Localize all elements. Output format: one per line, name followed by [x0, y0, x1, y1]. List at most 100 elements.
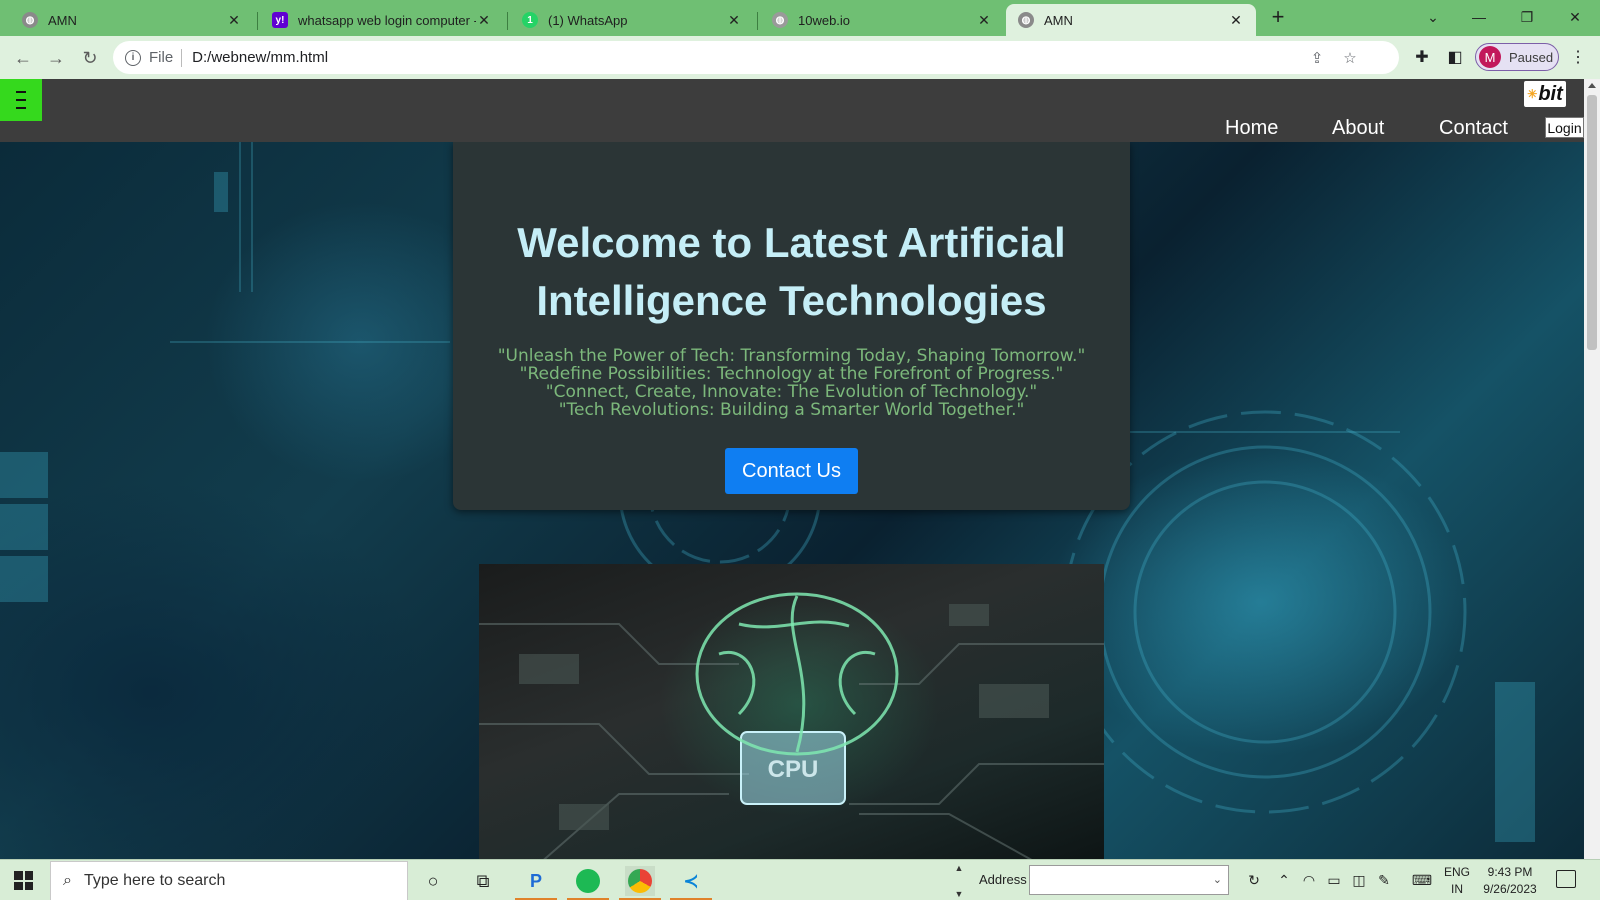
divider [181, 48, 183, 67]
page-scrollbar[interactable] [1584, 79, 1600, 859]
toolbar-scroll-arrows[interactable]: ▲ ▼ [952, 863, 966, 899]
brain-chip-illustration: CPU [479, 592, 1104, 859]
clock-date: 9/26/2023 [1483, 882, 1537, 896]
restore-icon[interactable]: ❐ [1504, 0, 1550, 34]
nav-link-about[interactable]: About [1332, 117, 1384, 140]
scrollbar-thumb[interactable] [1587, 95, 1597, 350]
scheme-label: File [149, 49, 174, 66]
taskbar-search-box[interactable]: ⌕ Type here to search [50, 861, 408, 900]
forward-icon[interactable]: → [44, 46, 68, 70]
system-clock[interactable]: 9:43 PM 9/26/2023 [1480, 864, 1540, 898]
chrome-icon[interactable] [619, 866, 661, 900]
url-text[interactable]: D:/webnew/mm.html [192, 49, 328, 66]
bookmark-star-icon[interactable]: ☆ [1342, 50, 1358, 67]
pen-icon[interactable]: ✎ [1374, 870, 1394, 890]
side-panel-icon[interactable]: ◧ [1445, 47, 1465, 67]
chevron-up-icon[interactable]: ▲ [955, 863, 964, 873]
quote-line: "Unleash the Power of Tech: Transforming… [497, 346, 1086, 366]
yahoo-icon: y! [272, 12, 288, 28]
show-hidden-icons-chevron-icon[interactable]: ⌃ [1274, 870, 1294, 890]
site-logo[interactable]: ✳ bit [1524, 81, 1566, 107]
site-navbar: ✳ bit Home About Contact Login [0, 79, 1584, 142]
spark-icon: ✳ [1527, 87, 1538, 101]
avatar: M [1479, 46, 1501, 68]
windows-start-icon[interactable] [14, 871, 33, 890]
globe-icon: ◍ [22, 12, 38, 28]
browser-tab[interactable]: y! whatsapp web login computer - ✕ [260, 4, 504, 36]
dropdown-arrow-icon[interactable]: ⌄ [1213, 873, 1222, 886]
contact-us-button[interactable]: Contact Us [725, 448, 858, 494]
close-tab-icon[interactable]: ✕ [1228, 12, 1244, 29]
wifi-icon[interactable]: ◠ [1299, 870, 1319, 890]
nav-link-contact[interactable]: Contact [1439, 117, 1508, 140]
tab-separator [507, 12, 508, 30]
hamburger-menu-icon[interactable] [0, 79, 42, 121]
battery-icon[interactable]: ▭ [1324, 870, 1344, 890]
touch-keyboard-icon[interactable]: ⌨ [1412, 870, 1432, 890]
ai-brain-chip-image: CPU [479, 564, 1104, 859]
profile-chip[interactable]: M Paused [1475, 43, 1559, 71]
hero-heading-line: Intelligence Technologies [536, 277, 1047, 324]
hero-heading: Welcome to Latest Artificial Intelligenc… [453, 214, 1130, 330]
minimize-icon[interactable]: — [1456, 0, 1502, 34]
nav-link-home[interactable]: Home [1225, 117, 1278, 140]
browser-tab[interactable]: ◍ 10web.io ✕ [760, 4, 1004, 36]
search-icon: ⌕ [63, 872, 72, 889]
menu-kebab-icon[interactable]: ⋮ [1568, 47, 1588, 67]
profile-status: Paused [1509, 49, 1554, 65]
tab-search-chevron-icon[interactable]: ⌄ [1410, 0, 1456, 34]
browser-toolbar: ← → ↻ i File D:/webnew/mm.html ⇪ ☆ [0, 36, 1600, 79]
close-tab-icon[interactable]: ✕ [476, 12, 492, 29]
tab-separator [257, 12, 258, 30]
page-viewport: ✳ bit Home About Contact Login Welcome t… [0, 79, 1584, 859]
quote-line: "Redefine Possibilities: Technology at t… [519, 364, 1064, 384]
notifications-icon[interactable] [1556, 870, 1576, 888]
browser-tab-active[interactable]: ◍ AMN ✕ [1006, 4, 1256, 36]
windows-taskbar: ⌕ Type here to search ○ ⧉ P ≺ ▲ ▼ Addres… [0, 859, 1600, 900]
address-toolbar-input[interactable]: ⌄ [1029, 865, 1229, 895]
chevron-down-icon[interactable]: ▼ [955, 889, 964, 899]
refresh-icon[interactable]: ↻ [1244, 870, 1264, 890]
cortana-icon[interactable]: ○ [418, 866, 448, 896]
language-code: ENG [1444, 865, 1471, 879]
address-toolbar-label: Address [979, 872, 1027, 887]
address-bar[interactable]: i File D:/webnew/mm.html ⇪ ☆ [113, 41, 1399, 74]
info-icon[interactable]: i [125, 49, 141, 66]
app-icon[interactable]: P [515, 866, 557, 900]
hero-quotes: "Unleash the Power of Tech: Transforming… [453, 347, 1130, 419]
extensions-icon[interactable]: ✚ [1412, 47, 1432, 67]
spotify-icon[interactable] [567, 866, 609, 900]
tab-title: AMN [1044, 12, 1073, 28]
tab-title: 10web.io [798, 12, 851, 28]
tab-title: (1) WhatsApp [548, 12, 628, 28]
logo-text: bit [1538, 82, 1563, 105]
task-view-icon[interactable]: ⧉ [468, 866, 498, 896]
whatsapp-icon: 1 [522, 12, 538, 28]
region-code: IN [1451, 882, 1463, 896]
close-tab-icon[interactable]: ✕ [226, 12, 242, 29]
hero-card: Welcome to Latest Artificial Intelligenc… [453, 142, 1130, 510]
browser-tab[interactable]: 1 (1) WhatsApp ✕ [510, 4, 754, 36]
meet-now-icon[interactable]: ◫ [1349, 870, 1369, 890]
close-tab-icon[interactable]: ✕ [726, 12, 742, 29]
quote-line: "Tech Revolutions: Building a Smarter Wo… [558, 400, 1025, 420]
cpu-label: CPU [768, 756, 819, 783]
globe-icon: ◍ [1018, 12, 1034, 28]
scroll-up-arrow-icon[interactable] [1588, 83, 1596, 88]
login-button[interactable]: Login [1545, 117, 1584, 138]
hero-section: Welcome to Latest Artificial Intelligenc… [0, 142, 1584, 859]
reload-icon[interactable]: ↻ [78, 46, 102, 70]
tab-separator [757, 12, 758, 30]
globe-icon: ◍ [772, 12, 788, 28]
tab-title: AMN [48, 12, 77, 28]
hero-heading-line: Welcome to Latest Artificial [517, 219, 1066, 266]
new-tab-icon[interactable]: + [1266, 6, 1290, 30]
close-window-icon[interactable]: ✕ [1552, 0, 1598, 34]
share-icon[interactable]: ⇪ [1309, 50, 1325, 67]
vscode-icon[interactable]: ≺ [670, 866, 712, 900]
close-tab-icon[interactable]: ✕ [976, 12, 992, 29]
browser-tab[interactable]: ◍ AMN ✕ [10, 4, 254, 36]
language-indicator[interactable]: ENG IN [1444, 864, 1470, 898]
clock-time: 9:43 PM [1487, 865, 1533, 879]
back-icon[interactable]: ← [11, 46, 35, 70]
